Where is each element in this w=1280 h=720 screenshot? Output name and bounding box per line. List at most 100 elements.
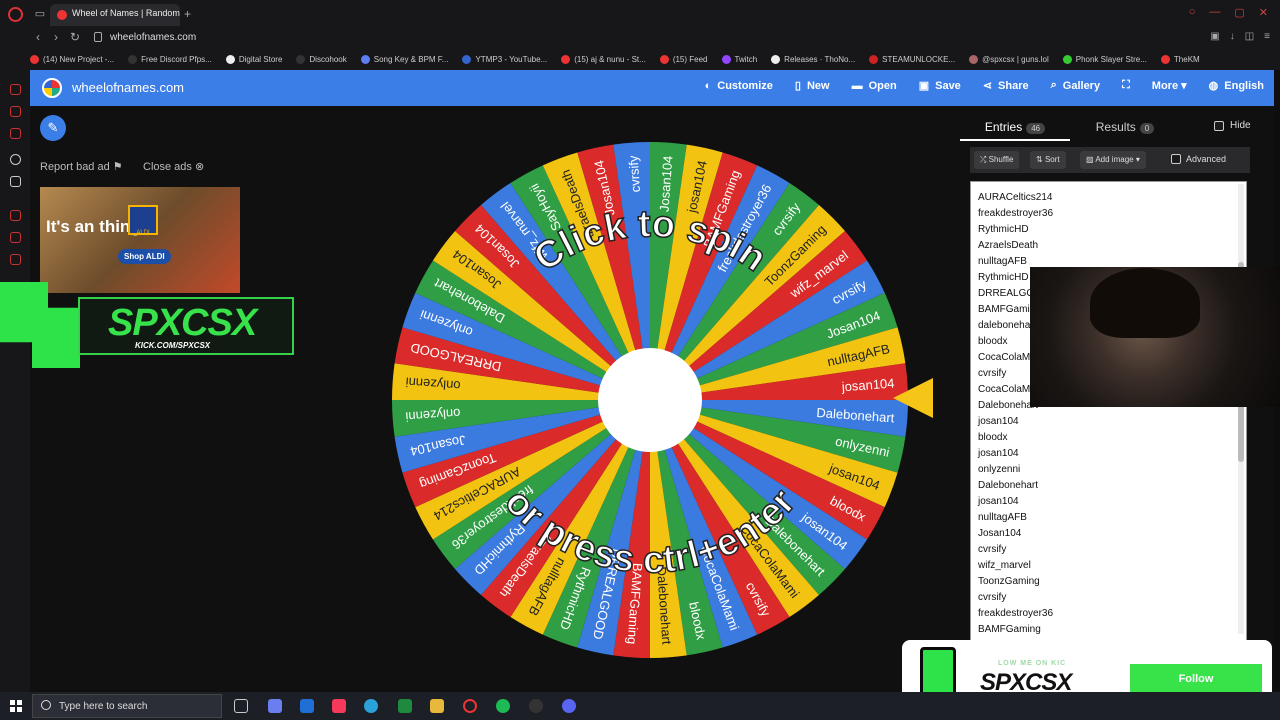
entry-line[interactable]: cvrsify (978, 542, 1053, 558)
nav-palette[interactable]: ◐ Customize (705, 79, 773, 92)
entry-line[interactable]: bloodx (978, 430, 1053, 446)
tab-entries[interactable]: Entries 46 (960, 113, 1070, 141)
bookmark-item[interactable]: YTMP3 - YouTube... (462, 54, 547, 64)
hide-checkbox[interactable] (1214, 120, 1224, 131)
bookmark-item[interactable]: STEAMUNLOCKE... (869, 54, 955, 64)
sidebar-icon[interactable] (10, 154, 21, 165)
bookmark-item[interactable]: (15) Feed (659, 54, 708, 64)
discord-icon[interactable] (562, 699, 576, 713)
outlook-icon[interactable] (300, 699, 314, 713)
bookmark-item[interactable]: Phonk Slayer Stre... (1062, 54, 1147, 64)
bookmark-item[interactable]: Releases · ThoNo... (771, 54, 855, 64)
hide-panel-toggle[interactable]: Hide (1214, 120, 1251, 131)
entry-line[interactable]: Josan104 (978, 526, 1053, 542)
opera-logo-icon[interactable] (8, 7, 23, 22)
sidebar-icon[interactable] (10, 84, 21, 95)
entry-line[interactable]: Dalebonehart (978, 478, 1053, 494)
bookmark-item[interactable]: Free Discord Pfps... (128, 54, 212, 64)
xbox-icon[interactable] (398, 699, 412, 713)
forward-icon[interactable]: › (54, 30, 58, 44)
tab-list-icon[interactable]: ▭ (34, 8, 46, 20)
shuffle-button[interactable]: ⤮ Shuffle (974, 151, 1020, 169)
entry-line[interactable]: wifz_marvel (978, 558, 1053, 574)
close-icon[interactable]: ✕ (1259, 6, 1268, 19)
taskbar-search[interactable]: Type here to search (32, 694, 222, 718)
sidebar-icon[interactable] (10, 210, 21, 221)
download-icon[interactable]: ↓ (1230, 31, 1235, 42)
entry-line[interactable]: AURACeltics214 (978, 190, 1053, 206)
file-explorer-icon[interactable] (430, 699, 444, 713)
wheel-svg[interactable]: Josan104 josan104BAMFGamingfreakdestroyer… (390, 140, 910, 660)
sidebar-icon[interactable] (10, 128, 21, 139)
bookmark-item[interactable]: Song Key & BPM F... (360, 54, 448, 64)
wheel-logo-icon[interactable] (42, 78, 62, 98)
wheel-center[interactable] (598, 348, 702, 452)
url-field[interactable]: wheelofnames.com (110, 32, 196, 43)
nav-share[interactable]: ⋖ Share (983, 79, 1029, 93)
opera-taskbar-icon[interactable] (463, 699, 477, 713)
tab-wheel-of-names[interactable]: Wheel of Names | Random (50, 4, 180, 26)
music-icon[interactable] (332, 699, 346, 713)
ad-shop-button[interactable]: Shop ALDI (118, 249, 171, 264)
history-icon[interactable] (10, 232, 21, 243)
entry-line[interactable]: freakdestroyer36 (978, 606, 1053, 622)
wallet-icon[interactable]: ▣ (1210, 31, 1219, 42)
minimize-icon[interactable]: — (1209, 6, 1220, 19)
advanced-toggle[interactable]: Advanced (1171, 154, 1226, 164)
snapshot-icon[interactable]: ◫ (1245, 31, 1254, 42)
entry-line[interactable]: cvrsify (978, 590, 1053, 606)
nav-label: English (1224, 79, 1264, 92)
entry-line[interactable]: josan104 (978, 446, 1053, 462)
nav-more[interactable]: More ▾ (1152, 79, 1187, 92)
nav-globe[interactable]: ◍ English (1209, 79, 1264, 93)
reload-icon[interactable]: ↻ (70, 30, 80, 44)
nav-fullscreen[interactable]: ⛶ (1122, 79, 1130, 92)
edge-icon[interactable] (364, 699, 378, 713)
maximize-icon[interactable]: ▢ (1234, 6, 1244, 19)
entry-line[interactable]: josan104 (978, 494, 1053, 510)
x-twitter-icon[interactable] (10, 176, 21, 187)
entry-line[interactable]: ToonzGaming (978, 574, 1053, 590)
menu-icon[interactable]: ≡ (1264, 31, 1270, 42)
windows-start-icon[interactable] (10, 700, 22, 712)
entries-textarea[interactable]: AURACeltics214 freakdestroyer36 RythmicHD A… (970, 181, 1247, 641)
entry-line[interactable]: freakdestroyer36 (978, 206, 1053, 222)
entry-line[interactable]: AzraelsDeath (978, 238, 1053, 254)
wheel[interactable]: Josan104 josan104 BAMFGaming freakdestroyer… (390, 140, 910, 660)
spotify-icon[interactable] (496, 699, 510, 713)
entry-line[interactable]: BAMFGaming (978, 622, 1053, 638)
tab-results[interactable]: Results 0 (1070, 113, 1180, 141)
nav-folder[interactable]: ▬ Open (852, 79, 897, 92)
sidebar-icon[interactable] (10, 106, 21, 117)
bookmark-item[interactable]: TheKM (1160, 54, 1200, 64)
back-icon[interactable]: ‹ (36, 30, 40, 44)
advertisement[interactable]: It's an thing. ALDI Shop ALDI (40, 187, 240, 293)
entry-line[interactable]: onlyzenni (978, 462, 1053, 478)
bookmark-item[interactable]: Twitch (721, 54, 757, 64)
search-tabs-icon[interactable]: ○ (1189, 6, 1196, 19)
app-icon[interactable] (529, 699, 543, 713)
nav-save[interactable]: ▣ Save (919, 79, 961, 93)
copilot-icon[interactable] (268, 699, 282, 713)
download-icon[interactable] (10, 254, 21, 265)
bookmark-item[interactable]: @spxcsx | guns.lol (969, 54, 1049, 64)
site-name[interactable]: wheelofnames.com (72, 80, 184, 95)
follow-button[interactable]: Follow (1130, 664, 1262, 694)
bookmark-item[interactable]: Digital Store (225, 54, 282, 64)
close-ads-link[interactable]: Close ads ⊗ (143, 160, 204, 173)
entry-line[interactable]: RythmicHD (978, 222, 1053, 238)
bookmark-item[interactable]: (15) aj & nunu - St... (561, 54, 646, 64)
bookmark-item[interactable]: (14) New Project -... (30, 54, 114, 64)
nav-new-file[interactable]: ▯ New (795, 79, 830, 93)
sort-button[interactable]: ⇅ Sort (1030, 151, 1066, 169)
task-view-icon[interactable] (234, 699, 248, 713)
entry-line[interactable]: nulltagAFB (978, 510, 1053, 526)
entry-line[interactable]: josan104 (978, 414, 1053, 430)
report-bad-ad-link[interactable]: Report bad ad ⚑ (40, 160, 123, 173)
nav-search[interactable]: ⌕ Gallery (1051, 79, 1100, 92)
add-image-button[interactable]: ▨ Add image ▾ (1080, 151, 1146, 169)
bookmark-item[interactable]: Discohook (296, 54, 347, 64)
new-tab-icon[interactable]: + (184, 7, 191, 21)
advanced-checkbox[interactable] (1171, 154, 1181, 164)
edit-wheel-button[interactable]: ✎ (40, 115, 66, 141)
